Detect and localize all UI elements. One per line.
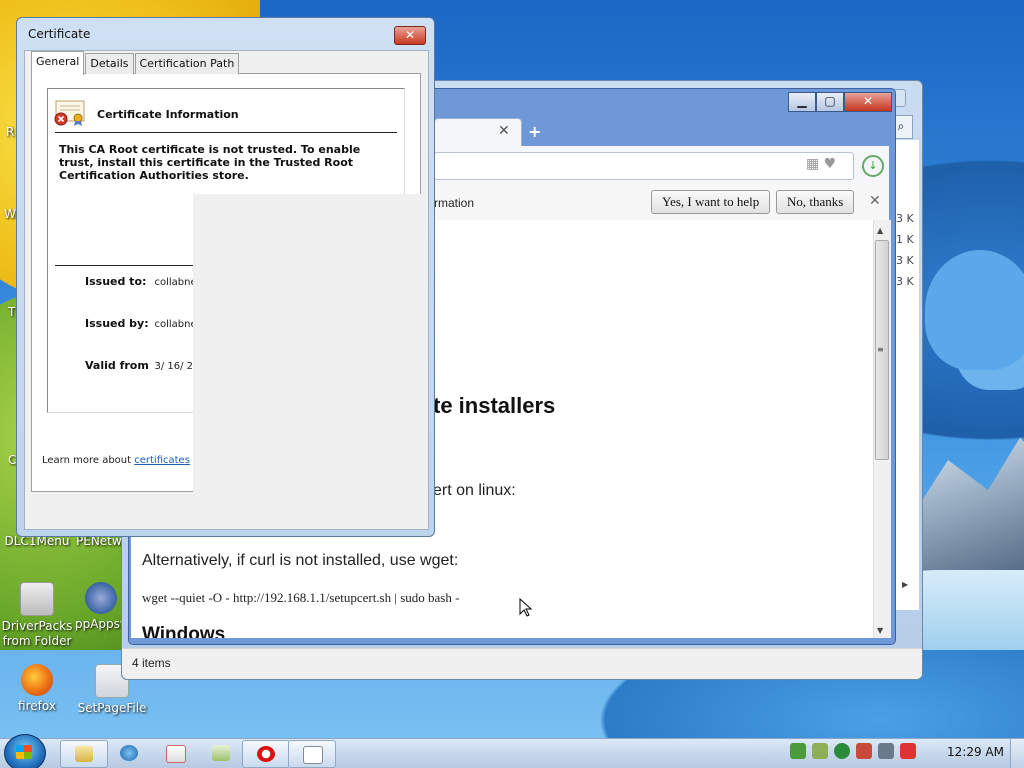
tab-certification-path[interactable]: Certification Path (134, 53, 240, 74)
speed-dial-heart-icon[interactable]: ▦ ♥ (806, 156, 836, 172)
close-button[interactable]: ✕ (844, 92, 892, 112)
tray-shield-icon[interactable] (790, 743, 806, 759)
issued-by-field: Issued by: collabnet (85, 317, 201, 330)
taskbar-clock[interactable]: 12:29 AM (947, 745, 1004, 759)
page-heading-installers: te installers (433, 393, 556, 418)
infobar-text: rmation (434, 196, 475, 210)
desktop-icon-label: DriverPacks from Folder (1, 619, 73, 648)
field-label: Issued to: (85, 275, 147, 288)
page-text-linux: ert on linux: (433, 482, 516, 499)
tab-close-icon[interactable]: ✕ (498, 123, 510, 139)
certificate-info-title: Certificate Information (97, 108, 239, 121)
tray-flag-icon[interactable] (856, 743, 872, 759)
file-size: 3 K (896, 254, 914, 267)
page-code-wget: wget --quiet -O - http://192.168.1.1/set… (142, 590, 460, 605)
file-size: 3 K (896, 212, 914, 225)
divider (55, 132, 397, 133)
tray-volume-muted-icon[interactable] (900, 743, 916, 759)
desktop-icon-driverpacks[interactable]: DriverPacks from Folder (0, 582, 77, 649)
desktop-icon-firefox[interactable]: firefox (0, 664, 77, 714)
scroll-down-arrow[interactable]: ▼ (877, 626, 883, 635)
taskbar-app[interactable] (198, 740, 244, 766)
address-bar[interactable] (434, 152, 854, 180)
file-size: 3 K (896, 275, 914, 288)
browser-caption-buttons: ▁ ▢ ✕ (788, 92, 892, 112)
learn-more-text: Learn more about certificates (42, 455, 190, 466)
dialog-close-button[interactable]: ✕ (394, 26, 426, 45)
infobar-close-icon[interactable]: ✕ (869, 193, 881, 209)
firefox-icon (21, 664, 53, 696)
show-desktop-button[interactable] (1010, 739, 1024, 768)
certificates-link[interactable]: certificates (134, 455, 190, 466)
scrollbar-grip-icon: ≡ (877, 345, 884, 354)
tab-details[interactable]: Details (85, 53, 134, 74)
scroll-up-arrow[interactable]: ▲ (877, 226, 883, 235)
page-heading-windows: Windows (142, 624, 226, 638)
issued-to-field: Issued to: collabnet (85, 275, 201, 288)
certificate-warning-icon (54, 100, 85, 126)
taskbar-app[interactable] (152, 740, 198, 766)
dialog-title: Certificate (28, 27, 91, 41)
app-icon (166, 745, 186, 763)
file-size: 1 K (896, 233, 914, 246)
opera-icon (257, 746, 275, 762)
certificate-warning-message: This CA Root certificate is not trusted.… (59, 143, 361, 182)
valid-from-field: Valid from 3/ 16/ 2 (85, 359, 193, 372)
notepad-icon (303, 746, 323, 764)
tray-network-icon[interactable] (878, 743, 894, 759)
taskbar-opera[interactable] (242, 740, 290, 768)
wallpaper-cloud (925, 250, 1024, 370)
taskbar-notepad[interactable] (288, 740, 336, 768)
page-text-alternative: Alternatively, if curl is not installed,… (142, 552, 459, 569)
taskbar-explorer[interactable] (60, 740, 108, 768)
blank-render-region (193, 194, 428, 528)
download-icon[interactable]: ↓ (862, 155, 884, 177)
system-tray (790, 743, 916, 759)
dialog-tabs: General Details Certification Path (31, 51, 240, 75)
field-label: Issued by: (85, 317, 149, 330)
scroll-right-arrow[interactable]: ▶ (902, 580, 908, 589)
field-value: 3/ 16/ 2 (154, 361, 194, 372)
windows-logo-icon (16, 745, 32, 759)
explorer-statusbar: 4 items (122, 648, 922, 679)
desktop-edge-label: R (6, 125, 15, 139)
desktop-icon-label: firefox (18, 699, 56, 713)
folder-icon (20, 582, 54, 616)
tab-general[interactable]: General (31, 51, 85, 75)
tray-play-icon[interactable] (834, 743, 850, 759)
desktop-edge-label: T (8, 305, 16, 319)
no-thanks-button[interactable]: No, thanks (776, 190, 855, 214)
minimize-button[interactable]: ▁ (788, 92, 816, 112)
field-label: Valid from (85, 359, 149, 372)
desktop-edge-label: W (4, 207, 16, 221)
app-icon (212, 745, 230, 761)
yes-help-button[interactable]: Yes, I want to help (651, 190, 771, 214)
app-icon (85, 582, 117, 614)
tray-app-icon[interactable] (812, 743, 828, 759)
internet-explorer-icon (120, 745, 138, 761)
new-tab-button[interactable]: + (528, 122, 541, 141)
divider (55, 265, 195, 266)
desktop-icon-label: SetPageFile (77, 701, 147, 715)
explorer-item-count: 4 items (132, 656, 171, 670)
learn-more-prefix: Learn more about (42, 455, 135, 466)
folder-icon (75, 746, 93, 762)
mouse-cursor-icon (519, 598, 533, 617)
desktop-icon-label: ppAppsv (74, 617, 128, 631)
taskbar-ie[interactable] (106, 740, 152, 766)
maximize-button[interactable]: ▢ (816, 92, 844, 112)
explorer-sizes-column: 3 K 1 K 3 K 3 K (896, 208, 920, 292)
